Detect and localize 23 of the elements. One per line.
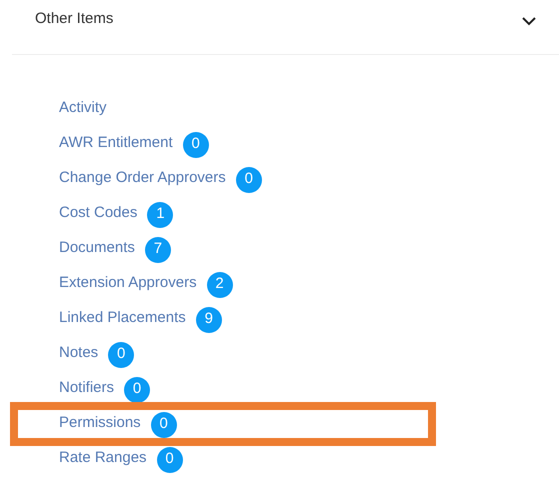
item-link[interactable]: Documents — [59, 237, 135, 260]
item-link[interactable]: Notes — [59, 342, 98, 365]
count-badge: 1 — [147, 202, 174, 228]
count-badge: 2 — [206, 272, 233, 298]
count-badge: 0 — [182, 132, 209, 158]
count-badge: 7 — [144, 236, 171, 262]
chevron-icon[interactable] — [521, 16, 537, 26]
item-link[interactable]: Activity — [59, 97, 107, 120]
item-link[interactable]: Permissions — [59, 412, 141, 435]
count-badge: 9 — [196, 306, 222, 332]
count-badge: 0 — [236, 166, 262, 192]
item-link[interactable]: Extension Approvers — [59, 272, 197, 295]
item-link[interactable]: Rate Ranges — [59, 447, 147, 470]
item-link[interactable]: Cost Codes — [59, 202, 138, 225]
item-link[interactable]: Linked Placements — [59, 307, 186, 330]
count-badge: 0 — [108, 342, 134, 368]
item-link[interactable]: AWR Entitlement — [59, 132, 173, 155]
count-badge: 0 — [150, 412, 177, 438]
count-badge: 0 — [156, 446, 183, 472]
section-title: Other Items — [35, 8, 114, 29]
count-badge: 0 — [124, 376, 150, 402]
item-link[interactable]: Notifiers — [59, 377, 114, 400]
item-link[interactable]: Change Order Approvers — [59, 167, 226, 190]
